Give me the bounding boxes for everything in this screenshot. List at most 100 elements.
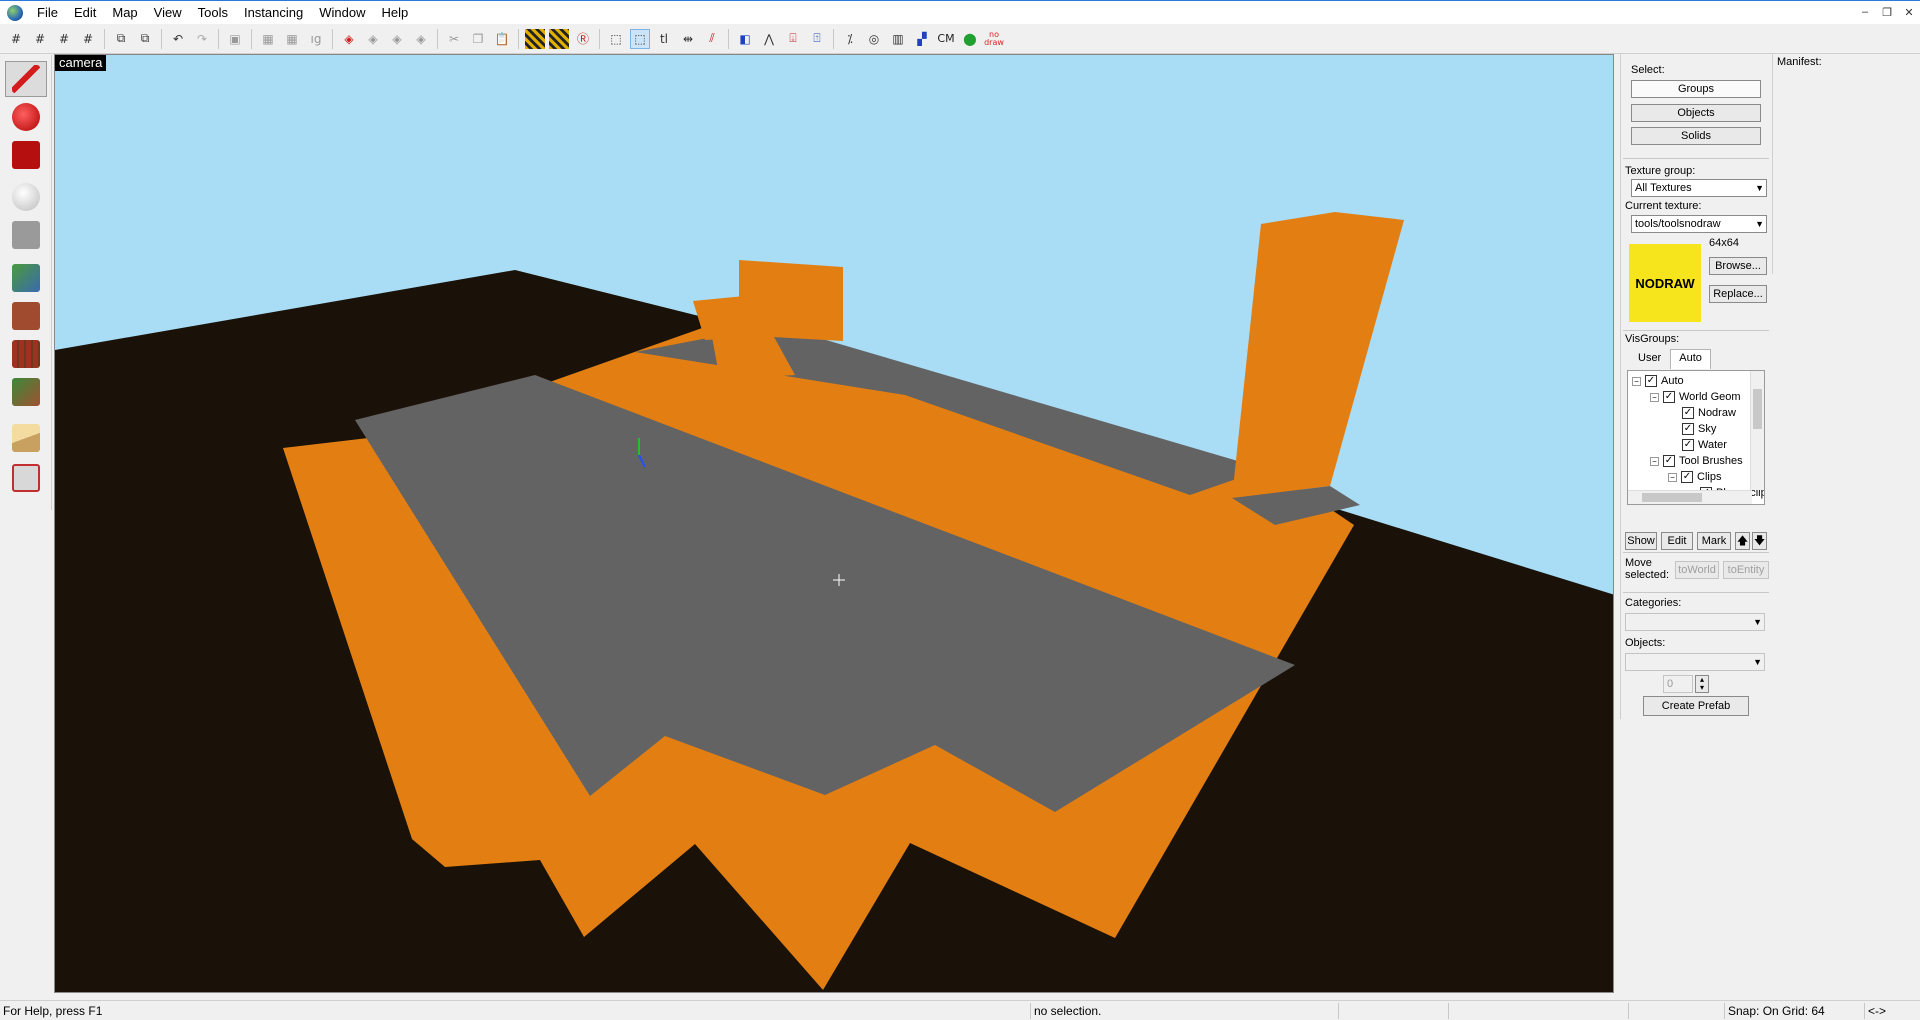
apply-decal-tool[interactable] [5, 336, 47, 372]
hide-unselected-icon[interactable]: ◈ [387, 29, 407, 49]
instance-icon[interactable]: ▞ [912, 29, 932, 49]
align-right-icon[interactable]: ⋀ [759, 29, 779, 49]
replace-button[interactable]: Replace... [1709, 285, 1767, 303]
tree-horizontal-scrollbar[interactable] [1628, 490, 1752, 504]
camera-viewport[interactable]: camera [54, 54, 1614, 993]
checkbox-checked-icon[interactable]: ✓ [1663, 455, 1675, 467]
checkbox-checked-icon[interactable]: ✓ [1663, 391, 1675, 403]
hollow-icon[interactable]: ▦ [258, 29, 278, 49]
larger-grid-icon[interactable]: # [78, 29, 98, 49]
menu-map[interactable]: Map [104, 2, 145, 24]
apply-overlay-tool[interactable] [5, 374, 47, 410]
current-texture-select[interactable]: tools/toolsnodraw ▼ [1631, 215, 1767, 233]
checkbox-checked-icon[interactable]: ✓ [1682, 407, 1694, 419]
sprite-toggle-icon[interactable]: ⬤ [960, 29, 980, 49]
portal-icon[interactable]: ◎ [864, 29, 884, 49]
tree-row[interactable]: − ✓ Auto [1632, 373, 1684, 389]
selection-tool[interactable] [5, 61, 47, 97]
select-solids-button[interactable]: Solids [1631, 127, 1761, 145]
toggle-models-icon[interactable] [525, 28, 545, 49]
redo-icon[interactable]: ↷ [192, 29, 212, 49]
tree-row[interactable]: − ✓ Clips [1668, 469, 1721, 485]
texture-preview[interactable]: NODRAW [1629, 244, 1701, 322]
scroll-thumb[interactable] [1753, 389, 1762, 429]
camera-tool[interactable] [5, 137, 47, 173]
hide-selected-icon[interactable]: ◈ [339, 29, 359, 49]
collapse-icon[interactable]: − [1668, 472, 1677, 482]
undo-icon[interactable]: ↶ [168, 29, 188, 49]
visgroup-down-button[interactable]: 🡇 [1752, 532, 1767, 550]
bounding-box-icon[interactable]: ⬚ [606, 29, 626, 49]
texture-application-tool[interactable] [5, 260, 47, 296]
cordon-icon[interactable]: ▥ [888, 29, 908, 49]
app-globe-icon[interactable] [7, 4, 23, 21]
checkbox-checked-icon[interactable]: ✓ [1682, 439, 1694, 451]
select-groups-button[interactable]: Groups [1631, 80, 1761, 98]
menu-view[interactable]: View [146, 2, 190, 24]
align-top-icon[interactable]: ⍗ [783, 29, 803, 49]
no-draw-toggle[interactable]: no draw [984, 29, 1004, 49]
visgroup-mark-button[interactable]: Mark [1697, 532, 1731, 550]
tree-row[interactable]: ✓ Water [1682, 437, 1727, 453]
categories-select[interactable]: ▼ [1625, 613, 1765, 631]
checkbox-checked-icon[interactable]: ✓ [1681, 471, 1693, 483]
tree-row[interactable]: − ✓ Tool Brushes [1650, 453, 1743, 469]
create-prefab-button[interactable]: Create Prefab [1643, 696, 1749, 716]
browse-button[interactable]: Browse... [1709, 257, 1767, 275]
visgroup-show-button[interactable]: Show [1625, 532, 1657, 550]
collapse-icon[interactable]: − [1632, 376, 1641, 386]
scroll-thumb[interactable] [1642, 493, 1702, 502]
cut-icon[interactable]: ✂ [444, 29, 464, 49]
vertex-tool[interactable] [5, 460, 47, 496]
menu-help[interactable]: Help [373, 2, 416, 24]
magnify-tool[interactable] [5, 99, 47, 135]
flip-icon[interactable]: ⫽ [702, 29, 722, 49]
restore-icon[interactable]: ❐ [1876, 6, 1898, 19]
radius-culling-icon[interactable]: Ⓡ [573, 29, 593, 49]
tree-vertical-scrollbar[interactable] [1750, 371, 1764, 490]
toggle-helpers-icon[interactable] [549, 28, 569, 49]
visgroup-icon[interactable]: ◈ [411, 29, 431, 49]
objects-select[interactable]: ▼ [1625, 653, 1765, 671]
texture-scaling-lock-icon[interactable]: ⇹ [678, 29, 698, 49]
tree-row[interactable]: ✓ Nodraw [1682, 405, 1736, 421]
menu-tools[interactable]: Tools [190, 2, 236, 24]
grid-toggle-icon[interactable]: # [6, 29, 26, 49]
checkbox-checked-icon[interactable]: ✓ [1645, 375, 1657, 387]
visgroup-edit-button[interactable]: Edit [1661, 532, 1693, 550]
move-to-world-icon[interactable]: ıg [306, 29, 326, 49]
tab-auto[interactable]: Auto [1670, 349, 1711, 369]
menu-instancing[interactable]: Instancing [236, 2, 311, 24]
prefab-count-stepper[interactable]: ▴ ▾ [1695, 675, 1709, 693]
tree-row[interactable]: − ✓ World Geom [1650, 389, 1741, 405]
collapse-icon[interactable]: − [1650, 456, 1659, 466]
smaller-grid-icon[interactable]: # [54, 29, 74, 49]
align-left-icon[interactable]: ◧ [735, 29, 755, 49]
align-bottom-icon[interactable]: ⍐ [807, 29, 827, 49]
ungroup-icon[interactable]: ⧉ [135, 29, 155, 49]
displacement-icon[interactable]: ⁒ [840, 29, 860, 49]
prefab-count-input[interactable]: 0 [1663, 675, 1693, 693]
menu-window[interactable]: Window [311, 2, 373, 24]
entity-tool[interactable] [5, 179, 47, 215]
close-icon[interactable]: ✕ [1898, 6, 1920, 19]
apply-texture-tool[interactable] [5, 298, 47, 334]
menu-edit[interactable]: Edit [66, 2, 104, 24]
paste-icon[interactable]: 📋 [492, 29, 512, 49]
collapse-icon[interactable]: − [1650, 392, 1659, 402]
block-tool[interactable] [5, 217, 47, 253]
clipping-tool[interactable] [5, 420, 47, 456]
viewport-label[interactable]: camera [55, 55, 107, 71]
tab-user[interactable]: User [1629, 349, 1670, 369]
tie-to-entity-icon[interactable]: ▦ [282, 29, 302, 49]
tree-row[interactable]: ✓ Sky [1682, 421, 1716, 437]
minimize-icon[interactable]: – [1854, 6, 1876, 19]
texture-lock-icon[interactable]: tl [654, 29, 674, 49]
selection-mode-icon[interactable]: ⬚ [630, 28, 650, 49]
group-icon[interactable]: ⧉ [111, 29, 131, 49]
carve-icon[interactable]: ▣ [225, 29, 245, 49]
copy-icon[interactable]: ❐ [468, 29, 488, 49]
select-objects-button[interactable]: Objects [1631, 104, 1761, 122]
checkbox-checked-icon[interactable]: ✓ [1682, 423, 1694, 435]
3d-grid-icon[interactable]: # [30, 29, 50, 49]
